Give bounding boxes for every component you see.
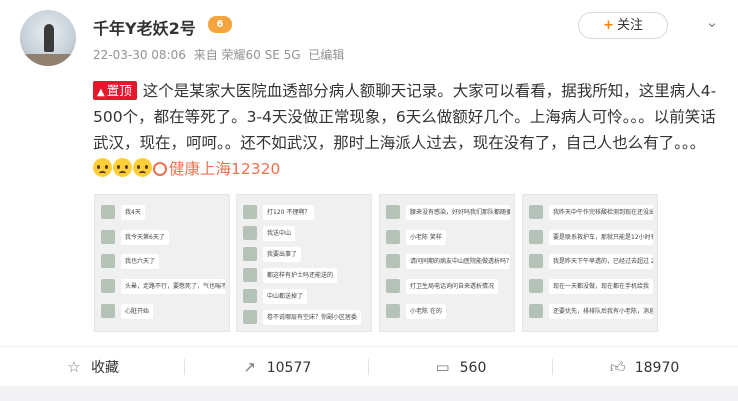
- star-icon: ☆: [67, 358, 81, 376]
- source: 来自 荣耀60 SE 5G: [193, 48, 301, 62]
- chat-bubble: 我4天: [121, 205, 145, 220]
- chat-screenshot-thumbnail[interactable]: 腰来没有感染，好好吗我们那队都随便接，够要透小老陈 笑样请问同期的病友中山医院能…: [379, 194, 515, 332]
- sad-face-icon: [93, 158, 112, 177]
- edited-label[interactable]: 已编辑: [308, 48, 344, 62]
- chat-avatar: [386, 229, 400, 244]
- follow-button[interactable]: + 关注: [578, 12, 668, 39]
- chat-avatar: [101, 303, 115, 318]
- chat-avatar: [101, 278, 115, 293]
- post-text: 这个是某家大医院血透部分病人额聊天记录。大家可以看看，据我所知，这里病人4-50…: [93, 82, 717, 152]
- chat-avatar: [386, 205, 400, 219]
- chat-bubble: 我送中山: [263, 225, 296, 241]
- repost-button[interactable]: ↗ 10577: [184, 347, 368, 387]
- post-content: ▲ 置顶 这个是某家大医院血透部分病人额聊天记录。大家可以看看，据我所知，这里病人4…: [93, 78, 723, 182]
- avatar-figure: [44, 24, 54, 52]
- sad-face-icon: [133, 158, 152, 177]
- chat-avatar: [243, 205, 257, 219]
- chevron-down-icon[interactable]: ⌄: [700, 10, 724, 34]
- post-meta: 22-03-30 08:06 来自 荣耀60 SE 5G 已编辑: [93, 46, 348, 63]
- image-gallery: 我4天我今天第6天了我也六天了头晕，走路不行，要憋死了，气也喘不上来心脏开始打1…: [94, 194, 658, 332]
- comment-icon: ▭: [435, 358, 450, 376]
- plus-icon: +: [603, 18, 614, 33]
- repost-count: 10577: [266, 360, 312, 376]
- user-name[interactable]: 千年Y老妖2号: [93, 15, 196, 39]
- follow-label: 关注: [616, 18, 643, 33]
- comment-button[interactable]: ▭ 560: [368, 347, 552, 387]
- chat-bubble: 中山都送掉了: [263, 288, 308, 304]
- comment-count: 560: [459, 360, 487, 376]
- chat-screenshot-thumbnail[interactable]: 我4天我今天第6天了我也六天了头晕，走路不行，要憋死了，气也喘不上来心脏开始: [94, 194, 230, 332]
- sad-face-icon: [113, 158, 132, 177]
- timestamp[interactable]: 22-03-30 08:06: [93, 48, 186, 62]
- link-icon: [153, 162, 167, 176]
- chat-bubble: 现在一天都没做，现在都在手机给我: [549, 278, 653, 294]
- chat-screenshot-thumbnail[interactable]: 打120 不理啊？ 我送中山我要出事了都这样有护士吗还能送的 中山都送掉了卷不说哪层…: [236, 194, 372, 332]
- chat-bubble: 卷不说哪层有空床？你副小区居委: [263, 309, 362, 325]
- chat-bubble: 腰来没有感染，好好吗我们那队都随便接，够要透: [406, 205, 510, 220]
- thumbs-up-icon: 👍︎: [609, 358, 626, 376]
- share-icon: ↗: [243, 358, 256, 376]
- chat-avatar: [529, 303, 543, 318]
- chat-avatar: [101, 254, 115, 269]
- chat-bubble: 头晕，走路不行，要憋死了，气也喘不上来: [121, 278, 225, 294]
- favorite-label: 收藏: [91, 360, 119, 376]
- chat-avatar: [243, 225, 257, 240]
- chat-bubble: 小老陈 笑样: [406, 229, 446, 245]
- chat-avatar: [529, 205, 543, 219]
- chat-bubble: 打卫生局电话询问自来透析情况: [406, 278, 499, 294]
- pinned-badge: ▲ 置顶: [93, 81, 137, 100]
- bottom-bar: [0, 386, 738, 401]
- mention-text: 健康上海12320: [169, 160, 281, 178]
- chat-avatar: [243, 309, 257, 324]
- chat-avatar: [101, 205, 115, 219]
- chat-bubble: 我今天第6天了: [121, 229, 169, 245]
- pin-icon: ▲: [97, 87, 105, 98]
- vip-badge-icon[interactable]: 6: [208, 16, 232, 33]
- chat-bubble: 我是昨天下午早透的，已经过去超过 24小时: [549, 254, 653, 270]
- mention-link[interactable]: 健康上海12320: [153, 160, 280, 178]
- chat-bubble: 都这样有护士吗还能送的: [263, 267, 338, 283]
- chat-screenshot-thumbnail[interactable]: 我昨天中午作完核酸检测到现在还没出来，手机上接收不到。要是联系救护车，那就只能是…: [522, 194, 658, 332]
- chat-bubble: 还要优先，排排队后我有小老陈，消息: [549, 303, 653, 319]
- avatar[interactable]: [20, 10, 76, 66]
- chat-avatar: [529, 229, 543, 244]
- chat-avatar: [101, 229, 115, 244]
- chat-avatar: [243, 267, 257, 282]
- chat-bubble: 心脏开始: [121, 303, 154, 319]
- chat-avatar: [386, 278, 400, 293]
- avatar-ground: [20, 54, 76, 66]
- chat-avatar: [243, 288, 257, 303]
- chat-avatar: [386, 303, 400, 318]
- action-bar: ☆ 收藏 ↗ 10577 ▭ 560 👍︎ 18970: [0, 346, 738, 386]
- chat-bubble: 小老陈 在的: [406, 303, 446, 319]
- like-button[interactable]: 👍︎ 18970: [552, 347, 736, 387]
- chat-avatar: [529, 278, 543, 293]
- chat-bubble: 请问同期的病友中山医院能做透析吗？: [406, 254, 510, 270]
- like-count: 18970: [634, 360, 680, 376]
- chat-avatar: [529, 254, 543, 269]
- chat-bubble: 我昨天中午作完核酸检测到现在还没出来，手机上接收不到。: [549, 205, 653, 220]
- chat-avatar: [386, 254, 400, 269]
- chat-bubble: 要是联系救护车，那就只能是12小时有效期: [549, 229, 653, 245]
- favorite-button[interactable]: ☆ 收藏: [0, 347, 184, 387]
- chat-bubble: 打120 不理啊？: [263, 205, 315, 220]
- chat-bubble: 我也六天了: [121, 254, 160, 270]
- pin-label: 置顶: [106, 83, 132, 98]
- chat-avatar: [243, 246, 257, 261]
- chat-bubble: 我要出事了: [263, 246, 302, 262]
